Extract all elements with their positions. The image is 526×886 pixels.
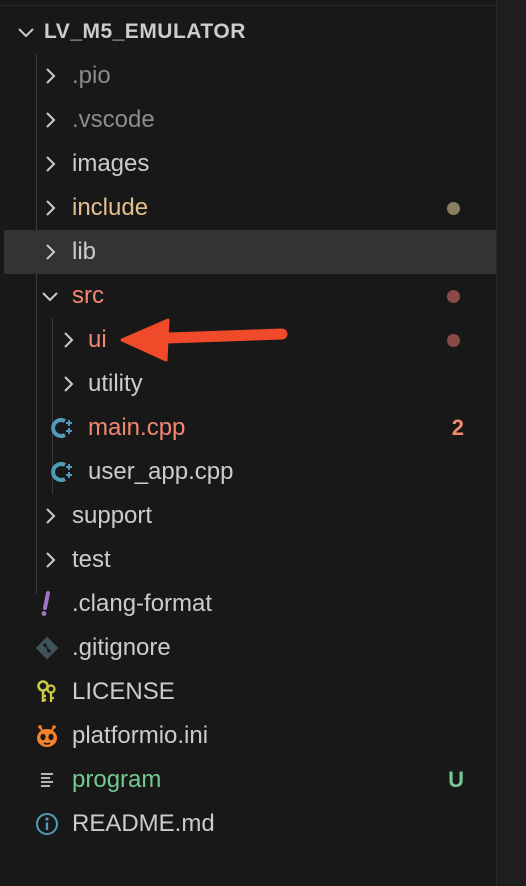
tree-item-label: program bbox=[72, 766, 162, 793]
tree-file-platformio-ini[interactable]: platformio.ini bbox=[4, 714, 496, 758]
chevron-right-icon bbox=[46, 244, 56, 260]
chevron-right-icon bbox=[46, 68, 56, 84]
tree-file-main-cpp[interactable]: main.cpp 2 bbox=[4, 406, 496, 450]
tree-item-label: LICENSE bbox=[72, 678, 175, 705]
chevron-right-icon bbox=[64, 376, 74, 392]
file-explorer: LV_M5_EMULATOR .pio .vscode images inclu… bbox=[0, 0, 496, 886]
tree-item-label: ui bbox=[88, 326, 107, 353]
tree-item-label: include bbox=[72, 194, 149, 221]
git-error-dot bbox=[447, 290, 460, 303]
tree-file-readme[interactable]: README.md bbox=[4, 802, 496, 846]
previous-section-edge bbox=[0, 0, 496, 6]
tree-item-label: .gitignore bbox=[72, 634, 171, 661]
tree-folder-src[interactable]: src bbox=[4, 274, 496, 318]
tree-item-label: .vscode bbox=[72, 106, 155, 133]
chevron-down-icon bbox=[42, 292, 58, 302]
cpp-file-icon bbox=[50, 415, 76, 441]
tree-folder-images[interactable]: images bbox=[4, 142, 496, 186]
tree-item-label: src bbox=[72, 282, 104, 309]
text-lines-icon bbox=[34, 767, 60, 793]
tree-file-clang-format[interactable]: .clang-format bbox=[4, 582, 496, 626]
chevron-down-icon bbox=[18, 28, 34, 38]
tree-item-label: images bbox=[72, 150, 150, 177]
git-diamond-icon bbox=[34, 635, 60, 661]
chevron-right-icon bbox=[46, 508, 56, 524]
cpp-file-icon bbox=[50, 459, 76, 485]
chevron-right-icon bbox=[46, 200, 56, 216]
tree-item-label: lib bbox=[72, 238, 97, 265]
tree-folder-test[interactable]: test bbox=[4, 538, 496, 582]
tree-folder-utility[interactable]: utility bbox=[4, 362, 496, 406]
tree-folder-include[interactable]: include bbox=[4, 186, 496, 230]
chevron-right-icon bbox=[46, 112, 56, 128]
key-icon bbox=[34, 679, 60, 705]
tree-file-user-app-cpp[interactable]: user_app.cpp bbox=[4, 450, 496, 494]
tree-item-label: .pio bbox=[72, 62, 111, 89]
tree-file-license[interactable]: LICENSE bbox=[4, 670, 496, 714]
tree-item-label: main.cpp bbox=[88, 414, 186, 441]
exclamation-icon bbox=[34, 591, 60, 617]
chevron-right-icon bbox=[64, 332, 74, 348]
info-circle-icon bbox=[34, 811, 60, 837]
tree-item-label: user_app.cpp bbox=[88, 458, 234, 485]
tree-folder-vscode[interactable]: .vscode bbox=[4, 98, 496, 142]
annotation-arrow-icon bbox=[120, 318, 288, 362]
tree-file-gitignore[interactable]: .gitignore bbox=[4, 626, 496, 670]
tree-item-label: platformio.ini bbox=[72, 722, 209, 749]
problems-count-badge: 2 bbox=[451, 415, 464, 440]
tree-folder-lib[interactable]: lib bbox=[4, 230, 496, 274]
git-untracked-badge: U bbox=[448, 767, 464, 792]
git-modified-dot bbox=[447, 202, 460, 215]
tree-item-label: .clang-format bbox=[72, 590, 213, 617]
tree-item-label: test bbox=[72, 546, 111, 573]
platformio-alien-icon bbox=[34, 723, 60, 749]
project-title: LV_M5_EMULATOR bbox=[44, 20, 246, 43]
git-error-dot bbox=[447, 334, 460, 347]
chevron-right-icon bbox=[46, 552, 56, 568]
tree-folder-support[interactable]: support bbox=[4, 494, 496, 538]
scrollbar-track[interactable] bbox=[496, 0, 526, 886]
chevron-right-icon bbox=[46, 156, 56, 172]
tree-item-label: support bbox=[72, 502, 153, 529]
tree-folder-pio[interactable]: .pio bbox=[4, 54, 496, 98]
tree-file-program[interactable]: program U bbox=[4, 758, 496, 802]
tree-item-label: README.md bbox=[72, 810, 215, 837]
tree-item-label: utility bbox=[88, 370, 143, 397]
explorer-section-header[interactable]: LV_M5_EMULATOR bbox=[4, 10, 496, 54]
